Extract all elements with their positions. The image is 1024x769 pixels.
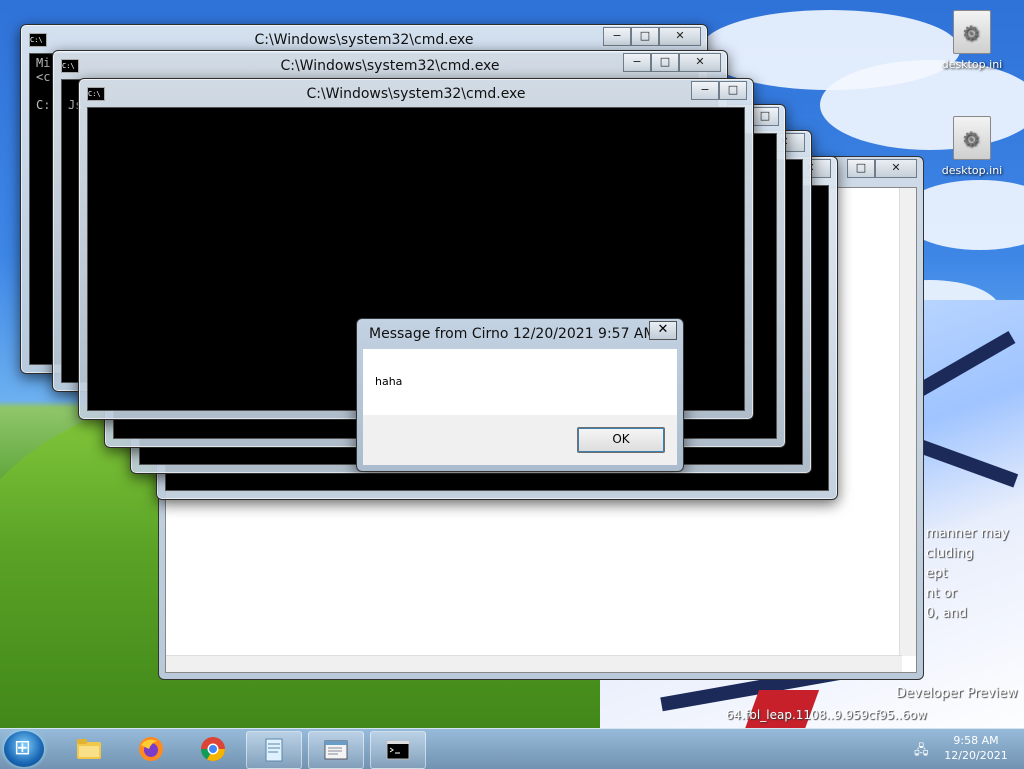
taskbar-notepad-window[interactable] [308, 731, 364, 769]
window-controls: − □ ✕ [603, 27, 701, 46]
maximize-button[interactable]: □ [847, 159, 875, 178]
start-button[interactable] [4, 731, 44, 767]
window-title: C:\Windows\system32\cmd.exe [306, 86, 526, 102]
dialog-close-button[interactable]: ✕ [649, 321, 677, 340]
wallpaper-text: 0, and [926, 606, 967, 621]
close-button[interactable]: ✕ [875, 159, 917, 178]
clock-date: 12/20/2021 [944, 749, 1008, 762]
ok-button[interactable]: OK [577, 427, 665, 453]
wallpaper-text: cluding [926, 546, 974, 561]
maximize-button[interactable]: □ [751, 107, 779, 126]
window-icon [324, 740, 348, 760]
clock-time: 9:58 AM [953, 734, 999, 747]
build-string-text: 64.fbl_leap.1108..9.959cf95..6ow [726, 708, 927, 722]
clock[interactable]: 9:58 AM 12/20/2021 [936, 733, 1016, 763]
vertical-scrollbar[interactable] [899, 188, 916, 656]
console-line: <c [36, 70, 51, 84]
cmd-icon [386, 740, 410, 760]
window-controls: − □ ✕ [623, 53, 721, 72]
wallpaper-text: nt or [926, 586, 957, 601]
taskbar-notepad-app[interactable] [246, 731, 302, 769]
desktop-icon-desktop-ini-1[interactable]: desktop.ini [932, 10, 1012, 71]
window-controls: □ ✕ [847, 159, 917, 178]
network-icon[interactable]: 🖧 [914, 741, 930, 758]
console-line: Mi [36, 56, 51, 70]
close-button[interactable]: ✕ [679, 53, 721, 72]
minimize-button[interactable]: − [691, 81, 719, 100]
folder-icon [77, 739, 101, 759]
taskbar: 🖧 9:58 AM 12/20/2021 [0, 728, 1024, 769]
console-line: C: [36, 98, 51, 112]
taskbar-file-explorer[interactable] [62, 731, 116, 767]
notepad-icon [265, 738, 283, 762]
dialog-footer: OK [363, 415, 677, 465]
minimize-button[interactable]: − [623, 53, 651, 72]
window-controls: − □ [691, 81, 747, 100]
taskbar-cmd-window[interactable] [370, 731, 426, 769]
desktop-icon-desktop-ini-2[interactable]: desktop.ini [932, 116, 1012, 177]
settings-file-icon [953, 116, 991, 160]
firefox-icon [139, 737, 163, 761]
developer-preview-text: Developer Preview [896, 686, 1018, 701]
message-dialog[interactable]: Message from Cirno 12/20/2021 9:57 AM ✕ … [356, 318, 684, 472]
wallpaper-text: manner may [926, 526, 1009, 541]
maximize-button[interactable]: □ [719, 81, 747, 100]
minimize-button[interactable]: − [603, 27, 631, 46]
close-button[interactable]: ✕ [659, 27, 701, 46]
dialog-body: haha [363, 349, 677, 415]
window-controls: □ [751, 107, 779, 126]
settings-file-icon [953, 10, 991, 54]
taskbar-firefox[interactable] [124, 731, 178, 767]
dialog-message: haha [375, 375, 403, 388]
horizontal-scrollbar[interactable] [166, 655, 902, 672]
maximize-button[interactable]: □ [651, 53, 679, 72]
taskbar-chrome[interactable] [186, 731, 240, 767]
dialog-title: Message from Cirno 12/20/2021 9:57 AM [369, 326, 656, 342]
maximize-button[interactable]: □ [631, 27, 659, 46]
wallpaper-text: ept [926, 566, 948, 581]
chrome-icon [201, 737, 225, 762]
